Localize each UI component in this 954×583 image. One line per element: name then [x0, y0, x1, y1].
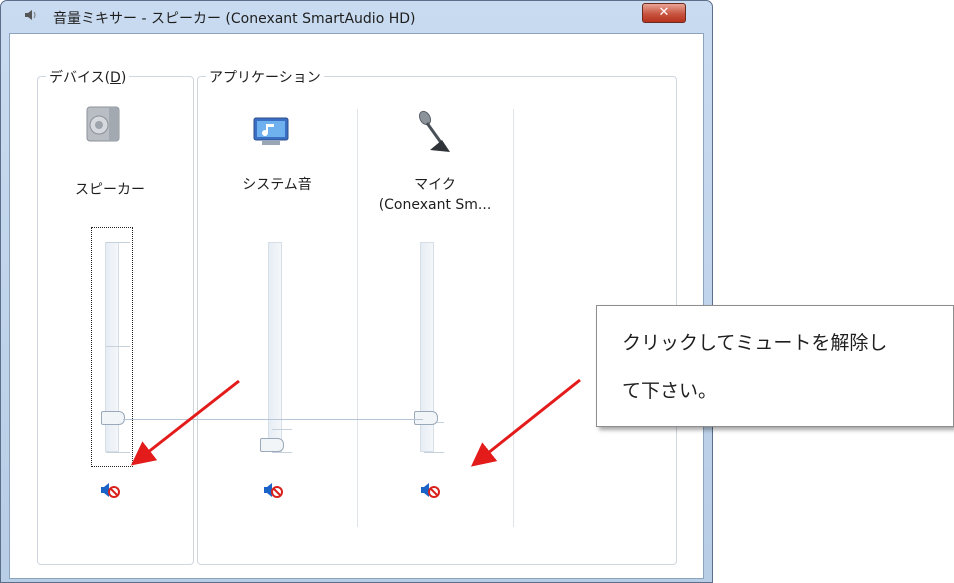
callout-text-line1: クリックしてミュートを解除し	[622, 332, 888, 354]
arrow-to-microphone-mute	[470, 378, 581, 467]
arrow-to-speaker-mute	[130, 379, 240, 466]
annotation-arrows	[130, 378, 581, 467]
callout-text-line2: て下さい。	[622, 380, 718, 402]
instruction-callout: クリックしてミュートを解除し て下さい。	[596, 305, 954, 427]
